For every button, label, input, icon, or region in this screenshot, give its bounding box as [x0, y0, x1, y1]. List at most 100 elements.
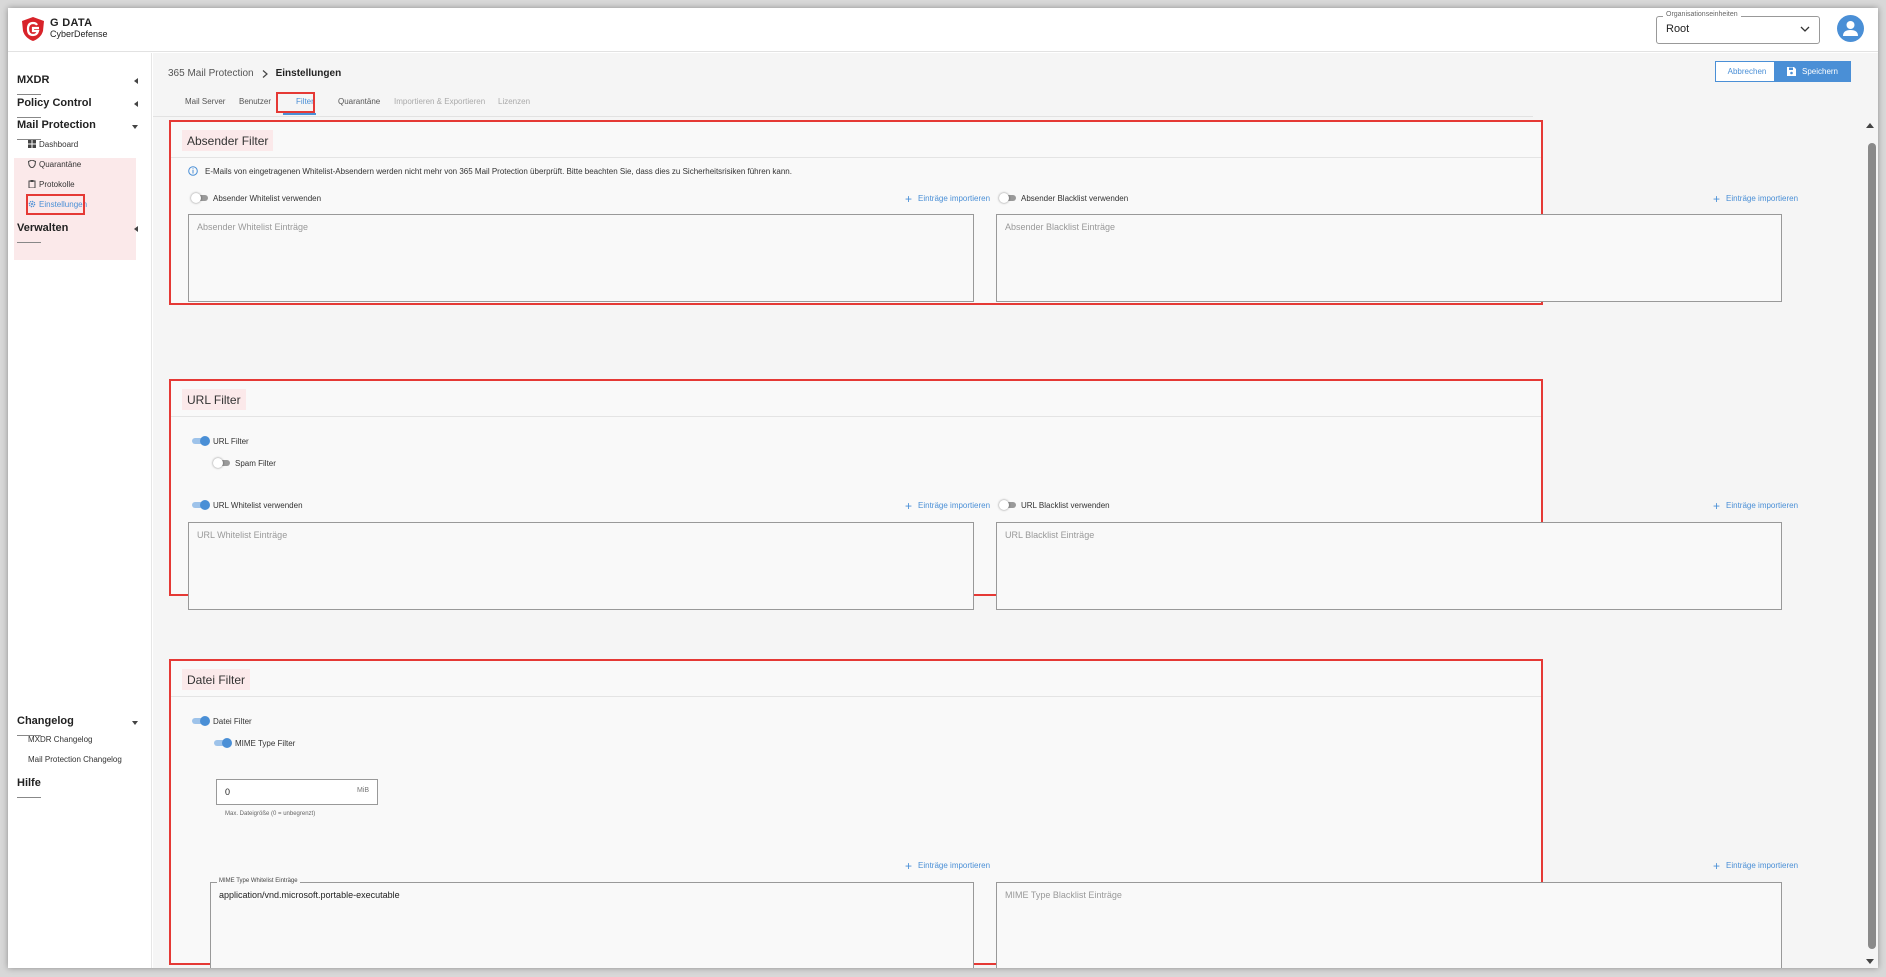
url-whitelist-import-link[interactable]: + Einträge importieren [905, 498, 991, 513]
nav-policy-control[interactable]: Policy Control [8, 97, 144, 118]
brand-sub: CyberDefense [50, 29, 108, 39]
url-filter-title: URL Filter [182, 389, 246, 410]
mime-whitelist-import-link[interactable]: + Einträge importieren [905, 858, 990, 873]
brand-name: G DATA [50, 17, 93, 29]
url-blacklist-import-link[interactable]: + Einträge importieren [1713, 500, 1798, 512]
plus-icon: + [1713, 191, 1721, 206]
sidebar-item-quarantaene[interactable]: Quarantäne [28, 157, 81, 171]
toggle-switch[interactable] [214, 738, 232, 748]
toggle-switch[interactable] [999, 193, 1018, 203]
sender-filter-header: Absender Filter [171, 122, 1541, 158]
max-file-size-hint: Max. Dateigröße (0 = unbegrenzt) [225, 811, 316, 817]
plus-icon: + [905, 498, 913, 513]
toggle-switch[interactable] [191, 193, 210, 203]
sender-blacklist-textarea[interactable]: Absender Blacklist Einträge [996, 214, 1782, 302]
toggle-switch[interactable] [192, 436, 210, 446]
scrollbar-thumb[interactable] [1868, 143, 1876, 949]
url-whitelist-toggle[interactable]: URL Whitelist verwenden [192, 500, 303, 510]
toggle-switch[interactable] [192, 500, 210, 510]
sender-blacklist-toggle[interactable]: Absender Blacklist verwenden [999, 193, 1129, 203]
filter-tab-highlight-box [276, 92, 315, 113]
mime-blacklist-textarea[interactable]: MIME Type Blacklist Einträge [996, 882, 1782, 968]
nav-mxdr-label: MXDR [17, 74, 50, 86]
nav-hilfe-label: Hilfe [17, 777, 41, 789]
shield-icon [28, 160, 36, 168]
mime-whitelist-value: application/vnd.microsoft.portable-execu… [219, 890, 400, 900]
nav-verwalten[interactable]: Verwalten [8, 222, 144, 243]
mime-type-filter-toggle[interactable]: MIME Type Filter [214, 738, 295, 748]
save-icon [1786, 67, 1796, 76]
sender-blacklist-toggle-label: Absender Blacklist verwenden [1021, 193, 1129, 203]
file-filter-title: Datei Filter [182, 669, 251, 690]
chevron-down-icon [1800, 26, 1810, 32]
sender-blacklist-import-link[interactable]: + Einträge importieren [1713, 191, 1798, 206]
brand-text: G DATA CyberDefense [50, 18, 108, 40]
nav-changelog-label: Changelog [17, 715, 74, 727]
mime-blacklist-import-link[interactable]: + Einträge importieren [1713, 860, 1799, 872]
nav-changelog[interactable]: Changelog [8, 715, 144, 736]
gdata-logo[interactable]: G DATA CyberDefense [20, 16, 108, 42]
nav-verwalten-label: Verwalten [17, 222, 69, 234]
spam-filter-toggle[interactable]: Spam Filter [213, 458, 276, 468]
sender-whitelist-toggle[interactable]: Absender Whitelist verwenden [191, 193, 322, 203]
user-account-button[interactable] [1837, 15, 1864, 42]
active-tab-indicator [283, 113, 316, 115]
sidebar-item-mail-protection-changelog[interactable]: Mail Protection Changelog [28, 755, 122, 764]
mime-whitelist-textarea[interactable]: MIME Type Whitelist Einträge application… [210, 878, 974, 968]
save-button[interactable]: Speichern [1774, 61, 1851, 82]
breadcrumb-current: Einstellungen [275, 68, 342, 79]
url-whitelist-textarea[interactable]: URL Whitelist Einträge [188, 522, 974, 610]
nav-hilfe[interactable]: Hilfe [8, 777, 144, 798]
user-icon [1843, 21, 1858, 36]
toggle-switch[interactable] [213, 458, 232, 468]
max-file-size-input[interactable]: 0 MiB [216, 779, 378, 805]
sidebar-item-dashboard-label: Dashboard [39, 139, 79, 149]
tab-quarantaene[interactable]: Quarantäne [338, 97, 380, 106]
import-label: Einträge importieren [1726, 861, 1799, 870]
org-unit-select[interactable]: Organisationseinheiten Root [1656, 11, 1820, 44]
nav-policy-control-label: Policy Control [17, 97, 92, 109]
tab-benutzer[interactable]: Benutzer [239, 97, 271, 106]
file-filter-header: Datei Filter [171, 661, 1541, 697]
import-label: Einträge importieren [918, 501, 991, 510]
url-blacklist-toggle-label: URL Blacklist verwenden [1021, 500, 1110, 510]
mime-whitelist-label: MIME Type Whitelist Einträge [217, 878, 300, 884]
sidebar-item-quarantaene-label: Quarantäne [39, 159, 82, 169]
spam-filter-toggle-label: Spam Filter [235, 458, 276, 468]
file-filter-toggle[interactable]: Datei Filter [192, 716, 252, 726]
sender-filter-card: Absender Filter E-Mails von eingetragene… [169, 120, 1798, 305]
sender-whitelist-toggle-label: Absender Whitelist verwenden [213, 193, 322, 203]
toggle-switch[interactable] [192, 716, 210, 726]
nav-mail-protection[interactable]: Mail Protection [8, 119, 144, 140]
info-icon [188, 166, 198, 176]
toggle-switch[interactable] [999, 500, 1018, 510]
sender-whitelist-textarea[interactable]: Absender Whitelist Einträge [188, 214, 974, 302]
tab-mail-server[interactable]: Mail Server [185, 97, 225, 106]
sender-whitelist-import-link[interactable]: + Einträge importieren [905, 193, 991, 205]
import-label: Einträge importieren [918, 194, 991, 203]
url-filter-toggle-label: URL Filter [213, 436, 249, 446]
scroll-down-arrow-icon[interactable] [1866, 959, 1874, 964]
sidebar: MXDR Policy Control Mail Protection Dash… [8, 53, 152, 968]
nav-mxdr[interactable]: MXDR [8, 74, 144, 95]
gdata-shield-icon [22, 17, 44, 41]
url-blacklist-textarea[interactable]: URL Blacklist Einträge [996, 522, 1782, 610]
tab-importieren-exportieren[interactable]: Importieren & Exportieren [394, 97, 485, 106]
url-blacklist-toggle[interactable]: URL Blacklist verwenden [999, 500, 1110, 510]
sidebar-item-protokolle[interactable]: Protokolle [28, 177, 75, 191]
sidebar-item-dashboard[interactable]: Dashboard [28, 137, 78, 151]
mime-type-filter-toggle-label: MIME Type Filter [235, 738, 296, 748]
breadcrumb-parent[interactable]: 365 Mail Protection [168, 68, 254, 79]
cancel-button[interactable]: Abbrechen [1715, 61, 1779, 82]
clipboard-icon [28, 180, 36, 188]
sidebar-item-mxdr-changelog[interactable]: MXDR Changelog [28, 735, 92, 744]
plus-icon: + [905, 858, 913, 873]
sidebar-item-protokolle-label: Protokolle [39, 179, 75, 189]
file-filter-card: Datei Filter Datei Filter MIME Type Filt… [169, 659, 1798, 968]
chevron-right-icon [262, 69, 268, 78]
scroll-up-arrow-icon[interactable] [1866, 123, 1874, 128]
url-filter-toggle[interactable]: URL Filter [192, 436, 249, 446]
tab-lizenzen[interactable]: Lizenzen [498, 97, 530, 106]
save-button-label: Speichern [1801, 67, 1839, 76]
file-filter-toggle-label: Datei Filter [213, 716, 252, 726]
